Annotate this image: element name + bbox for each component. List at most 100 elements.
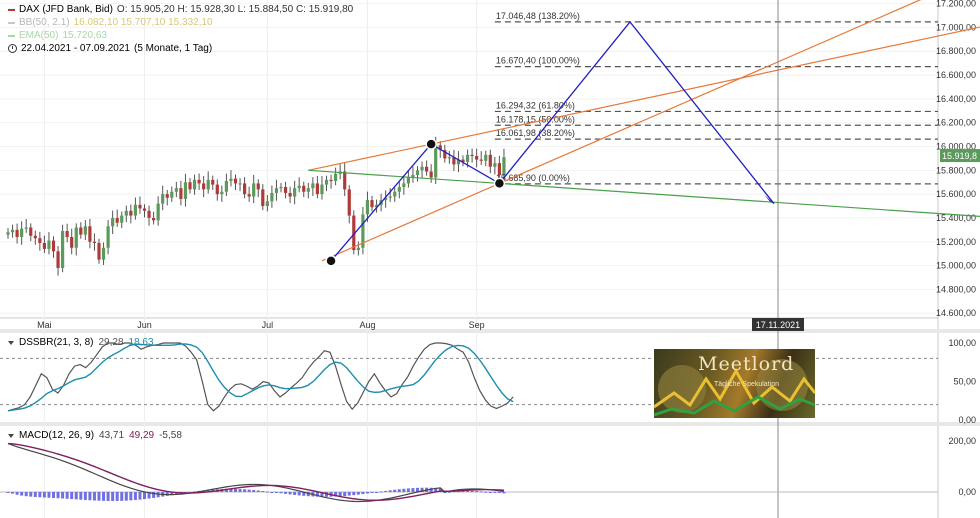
candle-body <box>88 226 92 242</box>
candle-body <box>97 242 101 260</box>
macd-histogram-bar <box>65 492 69 499</box>
macd-histogram-bar <box>20 492 24 496</box>
macd-histogram-bar <box>484 491 488 493</box>
bb-legend-swatch <box>8 21 15 24</box>
macd-histogram-bar <box>70 492 74 500</box>
macd-histogram-bar <box>406 488 410 492</box>
macd-histogram-bar <box>61 492 65 499</box>
candle-body <box>6 232 10 235</box>
candle-body <box>347 189 351 216</box>
candle-body <box>24 227 28 229</box>
candle-body <box>179 188 183 199</box>
candle-body <box>174 188 178 192</box>
candle-body <box>92 241 97 243</box>
macd-histogram-bar <box>47 492 51 498</box>
candle-body <box>161 194 165 204</box>
candle-body <box>42 242 46 249</box>
candle-body <box>420 166 424 171</box>
x-tick-label: Jun <box>137 320 152 330</box>
candle-body <box>170 191 174 198</box>
stoch-d-line <box>7 343 514 412</box>
candle-body <box>106 226 110 248</box>
candle-body <box>133 204 137 216</box>
macd-histogram-bar <box>352 492 356 496</box>
y-tick-label: 15.200,00 <box>936 237 976 247</box>
stoch-y-tick: 50,00 <box>953 377 976 387</box>
macd-histogram-bar <box>74 492 78 500</box>
candle-body <box>324 179 329 185</box>
candle-body <box>197 179 201 184</box>
bb-label: BB(50, 2.1) <box>19 17 70 28</box>
macd-histogram-bar <box>411 488 415 492</box>
macd-histogram-bar <box>370 492 374 493</box>
macd-histogram-bar <box>165 492 169 496</box>
macd-histogram-bar <box>297 492 301 496</box>
fib-level-label: 16.061,98 (38.20%) <box>496 128 575 138</box>
y-tick-label: 14.800,00 <box>936 284 976 294</box>
dssbr-title: DSSBR(21, 3, 8) <box>19 337 94 348</box>
macd-histogram-bar <box>138 492 142 500</box>
pivot-marker <box>325 255 337 267</box>
macd-title: MACD(12, 26, 9) <box>19 430 95 441</box>
y-tick-label: 15.000,00 <box>936 261 976 271</box>
macd-histogram-bar <box>52 492 55 498</box>
y-tick-label: 14.600,00 <box>936 308 976 318</box>
candle-body <box>83 226 87 235</box>
stoch-y-tick: 100,00 <box>948 338 976 348</box>
macd-histogram-bar <box>238 489 242 492</box>
macd-histogram-bar <box>243 489 247 492</box>
instrument-name: DAX (JFD Bank, Bid) <box>19 4 113 15</box>
macd-legend[interactable]: MACD(12, 26, 9) 43,71 49,29 -5,58 <box>8 430 182 441</box>
range-note: (5 Monate, 1 Tag) <box>133 43 213 54</box>
candle-body <box>297 185 301 189</box>
candle-body <box>165 194 169 198</box>
macd-histogram-bar <box>397 489 401 492</box>
candle-body <box>302 185 306 192</box>
candle-body <box>129 210 133 216</box>
candle-body <box>38 238 42 243</box>
candle-body <box>238 183 242 185</box>
macd-value: 43,71 <box>99 430 125 441</box>
macd-histogram-bar <box>274 492 278 493</box>
meetlord-logo: Meetlord Tägliche Spekulation <box>654 349 815 418</box>
bb-values: 16.082,10 15.707,10 15.332,10 <box>73 17 213 28</box>
x-tick-label: Mai <box>37 320 52 330</box>
macd-signal-value: 49,29 <box>129 430 155 441</box>
collapse-icon[interactable] <box>8 340 14 345</box>
dssbr-legend[interactable]: DSSBR(21, 3, 8) 29,28 18,63 <box>8 337 154 348</box>
y-tick-label: 17.000,00 <box>936 22 976 32</box>
candle-body <box>138 204 142 209</box>
macd-histogram-bar <box>256 490 260 492</box>
macd-histogram-bar <box>115 492 119 501</box>
x-tick-label: Aug <box>359 320 375 330</box>
date-range: 22.04.2021 - 07.09.2021 <box>21 43 130 54</box>
chart-legend: DAX (JFD Bank, Bid) O: 15.905,20 H: 15.9… <box>8 3 353 55</box>
candle-body <box>10 229 15 233</box>
macd-histogram-bar <box>15 492 19 495</box>
candle-body <box>61 231 65 268</box>
macd-histogram-bar <box>252 490 256 492</box>
macd-histogram-bar <box>479 491 483 493</box>
macd-histogram-bar <box>247 489 251 492</box>
logo-subtitle: Tägliche Spekulation <box>714 381 779 388</box>
ohlc-values: O: 15.905,20 H: 15.928,30 L: 15.884,50 C… <box>116 4 354 15</box>
y-tick-label: 15.800,00 <box>936 165 976 175</box>
macd-hist-value: -5,58 <box>159 430 182 441</box>
candle-body <box>65 231 69 238</box>
candle-body <box>51 240 56 252</box>
dssbr-value-k: 29,28 <box>98 337 124 348</box>
macd-histogram-bar <box>11 492 15 494</box>
last-price-label: 15.919,8 <box>942 151 977 161</box>
candle-body <box>152 217 156 221</box>
candle-body <box>484 154 488 161</box>
price-legend-swatch <box>8 8 15 11</box>
macd-histogram-bar <box>502 492 506 494</box>
candle-body <box>20 228 24 238</box>
candle-body <box>120 215 124 223</box>
candle-body <box>397 186 401 192</box>
ema-legend-swatch <box>8 34 15 37</box>
macd-histogram-bar <box>261 490 265 492</box>
candle-body <box>293 188 297 197</box>
candle-body <box>101 247 106 260</box>
collapse-icon[interactable] <box>8 433 14 438</box>
